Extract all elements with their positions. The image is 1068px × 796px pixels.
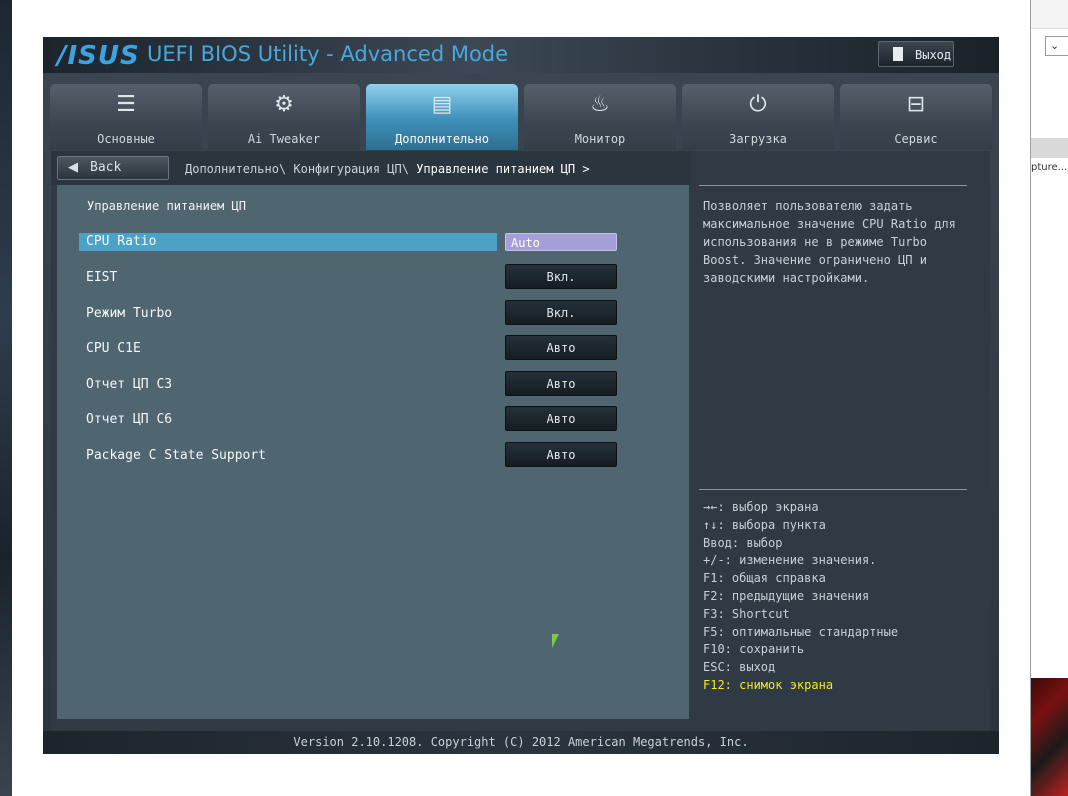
asus-logo: /ISUS xyxy=(57,41,140,71)
back-arrow-icon: ◀ xyxy=(68,160,78,175)
title-bar: /ISUS UEFI BIOS Utility - Advanced Mode … xyxy=(43,37,999,73)
settings-panel: Управление питанием ЦП CPU Ratio Auto EI… xyxy=(57,185,689,719)
setting-row-cpu-ratio[interactable]: CPU Ratio Auto xyxy=(79,233,671,251)
key-hint: ↑↓: выбора пункта xyxy=(703,517,826,532)
screenshot-key-hint: F12: снимок экрана xyxy=(703,677,834,692)
key-hint: F1: общая справка xyxy=(703,571,826,586)
background-app-caption: pture... xyxy=(1031,162,1068,173)
tab-label: Монитор xyxy=(574,132,626,146)
setting-name: EIST xyxy=(86,270,118,285)
setting-row-eist[interactable]: EIST Вкл. xyxy=(79,264,671,289)
setting-name: Package C State Support xyxy=(86,448,267,463)
setting-name: Отчет ЦП C3 xyxy=(86,377,173,392)
breadcrumb: Дополнительно\ Конфигурация ЦП\ Управлен… xyxy=(185,162,590,176)
turbo-mode-value-button[interactable]: Вкл. xyxy=(505,300,617,325)
back-button[interactable]: ◀ Back xyxy=(57,156,169,180)
setting-row-cpu-c6-report[interactable]: Отчет ЦП C6 Авто xyxy=(79,406,671,431)
exit-label: Выход xyxy=(915,48,952,62)
key-hint: +/-: изменение значения. xyxy=(703,553,877,568)
version-text: Version 2.10.1208. Copyright (C) 2012 Am… xyxy=(293,735,749,749)
help-divider-top xyxy=(699,185,967,186)
key-hint: Ввод: выбор xyxy=(703,535,783,550)
key-hint: ESC: выход xyxy=(703,660,776,675)
tab-label: Дополнительно xyxy=(395,132,489,146)
background-app-toolbar xyxy=(1031,0,1068,29)
exit-door-icon xyxy=(893,47,903,61)
tweaker-icon: ⚙ xyxy=(274,92,294,117)
main-panel: ◀ Back Дополнительно\ Конфигурация ЦП\ У… xyxy=(51,151,990,735)
key-hint: →←: выбор экрана xyxy=(703,500,819,514)
tab-tool[interactable]: ⊟ Сервис xyxy=(840,84,992,150)
back-label: Back xyxy=(90,160,122,175)
breadcrumb-current: Управление питанием ЦП > xyxy=(416,162,590,176)
setting-name: CPU Ratio xyxy=(86,234,157,249)
list-icon: ☰ xyxy=(116,92,136,117)
tab-label: Основные xyxy=(97,132,155,146)
app-title: UEFI BIOS Utility - Advanced Mode xyxy=(147,42,509,66)
advanced-icon: ▤ xyxy=(431,92,453,117)
tab-main[interactable]: ☰ Основные xyxy=(50,84,202,150)
background-dropdown[interactable]: ⌄ xyxy=(1045,36,1068,56)
key-hint: F10: сохранить xyxy=(703,642,805,657)
key-hint: F2: предыдущие значения xyxy=(703,588,870,603)
exit-button[interactable]: Выход xyxy=(878,41,954,67)
footer: Version 2.10.1208. Copyright (C) 2012 Am… xyxy=(43,731,999,754)
setting-name: Отчет ЦП C6 xyxy=(86,412,173,427)
help-panel: Позволяет пользователю задать максимальн… xyxy=(699,185,975,719)
tab-ai-tweaker[interactable]: ⚙ Ai Tweaker xyxy=(208,84,360,150)
tab-boot[interactable]: ⏻ Загрузка xyxy=(682,84,834,150)
cpu-ratio-input[interactable]: Auto xyxy=(505,233,617,251)
setting-row-cpu-c3-report[interactable]: Отчет ЦП C3 Авто xyxy=(79,371,671,396)
cpu-c6-report-value-button[interactable]: Авто xyxy=(505,406,617,431)
section-title: Управление питанием ЦП xyxy=(87,199,246,213)
setting-name: Режим Turbo xyxy=(86,306,173,321)
tab-monitor[interactable]: ♨ Монитор xyxy=(524,84,676,150)
help-divider-middle xyxy=(699,489,967,490)
tab-label: Ai Tweaker xyxy=(247,132,321,146)
bios-window: /ISUS UEFI BIOS Utility - Advanced Mode … xyxy=(43,37,999,754)
breadcrumb-path[interactable]: Дополнительно\ Конфигурация ЦП\ xyxy=(185,162,409,176)
cpu-c1e-value-button[interactable]: Авто xyxy=(505,335,617,360)
eist-value-button[interactable]: Вкл. xyxy=(505,264,617,289)
help-description: Позволяет пользователю задать максимальн… xyxy=(703,199,956,285)
tab-label: Сервис xyxy=(894,132,938,146)
tab-advanced[interactable]: ▤ Дополнительно xyxy=(366,84,518,150)
setting-row-cpu-c1e[interactable]: CPU C1E Авто xyxy=(79,335,671,360)
power-icon: ⏻ xyxy=(749,92,767,117)
key-hint: F5: оптимальные стандартные xyxy=(703,624,899,639)
setting-row-turbo-mode[interactable]: Режим Turbo Вкл. xyxy=(79,300,671,325)
cpu-c3-report-value-button[interactable]: Авто xyxy=(505,371,617,396)
key-hint: F3: Shortcut xyxy=(703,606,790,621)
mouse-cursor-icon xyxy=(552,634,559,648)
key-legend: →←: выбор экрана ↑↓: выбора пункта Ввод:… xyxy=(703,499,898,695)
tool-icon: ⊟ xyxy=(906,92,926,117)
monitor-icon: ♨ xyxy=(590,92,610,117)
background-app-header xyxy=(1031,138,1068,158)
background-app-image xyxy=(1031,678,1068,796)
tab-label: Загрузка xyxy=(729,132,787,146)
navigation-bar: ◀ Back Дополнительно\ Конфигурация ЦП\ У… xyxy=(51,151,691,185)
setting-name: CPU C1E xyxy=(86,341,141,356)
package-c-state-value-button[interactable]: Авто xyxy=(505,442,617,467)
desktop-background-strip xyxy=(0,0,12,796)
background-app-window: ⌄ pture... xyxy=(1030,0,1068,796)
setting-row-package-c-state[interactable]: Package C State Support Авто xyxy=(79,442,671,467)
